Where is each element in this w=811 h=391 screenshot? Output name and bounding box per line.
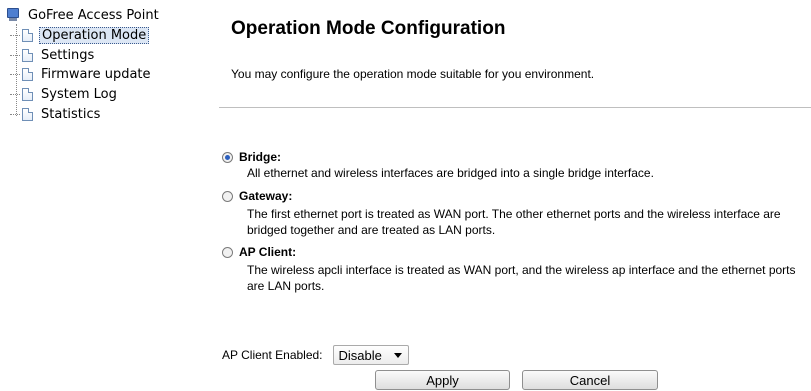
gateway-option[interactable]: Gateway:	[222, 189, 292, 203]
page-icon	[22, 108, 33, 121]
cancel-button[interactable]: Cancel	[522, 370, 658, 390]
page-icon	[22, 68, 33, 81]
gateway-description: The first ethernet port is treated as WA…	[247, 207, 781, 237]
apply-button[interactable]: Apply	[375, 370, 510, 390]
sidebar-item-label: Operation Mode	[39, 27, 150, 44]
sidebar-item-label: Statistics	[41, 107, 101, 122]
bridge-option[interactable]: Bridge:	[222, 150, 281, 164]
chevron-down-icon	[393, 353, 402, 358]
page-icon	[22, 88, 33, 101]
ap-client-enabled-value: Disable	[338, 347, 382, 363]
computer-icon	[6, 7, 20, 23]
sidebar-item-statistics[interactable]: Statistics	[10, 105, 102, 124]
ap-client-description: The wireless apcli interface is treated …	[247, 263, 796, 293]
gateway-radio[interactable]	[222, 191, 233, 202]
ap-client-enabled-label: AP Client Enabled:	[222, 348, 323, 362]
bridge-label: Bridge:	[239, 150, 281, 164]
page-icon	[22, 49, 33, 62]
sidebar-item-operation-mode[interactable]: Operation Mode	[10, 26, 150, 45]
page-title: Operation Mode Configuration	[231, 18, 506, 39]
bridge-description: All ethernet and wireless interfaces are…	[247, 166, 654, 180]
divider	[219, 107, 811, 108]
sidebar-item-label: Firmware update	[41, 67, 151, 82]
bridge-radio[interactable]	[222, 152, 233, 163]
ap-client-enabled-select[interactable]: Disable	[332, 345, 409, 365]
ap-client-radio[interactable]	[222, 247, 233, 258]
gateway-label: Gateway:	[239, 189, 293, 203]
tree-root[interactable]: GoFree Access Point	[6, 6, 161, 24]
ap-client-option[interactable]: AP Client:	[222, 245, 296, 259]
page-icon	[22, 29, 33, 42]
sidebar-item-system-log[interactable]: System Log	[10, 85, 119, 104]
sidebar-item-label: Settings	[41, 48, 95, 63]
sidebar-item-firmware-update[interactable]: Firmware update	[10, 65, 153, 84]
ap-client-enabled-row: AP Client Enabled: Disable	[222, 345, 409, 365]
ap-client-label: AP Client:	[239, 245, 297, 259]
intro-text: You may configure the operation mode sui…	[231, 67, 595, 81]
sidebar-item-label: System Log	[41, 87, 117, 102]
sidebar-item-settings[interactable]: Settings	[10, 46, 96, 65]
tree-root-label: GoFree Access Point	[28, 7, 159, 23]
